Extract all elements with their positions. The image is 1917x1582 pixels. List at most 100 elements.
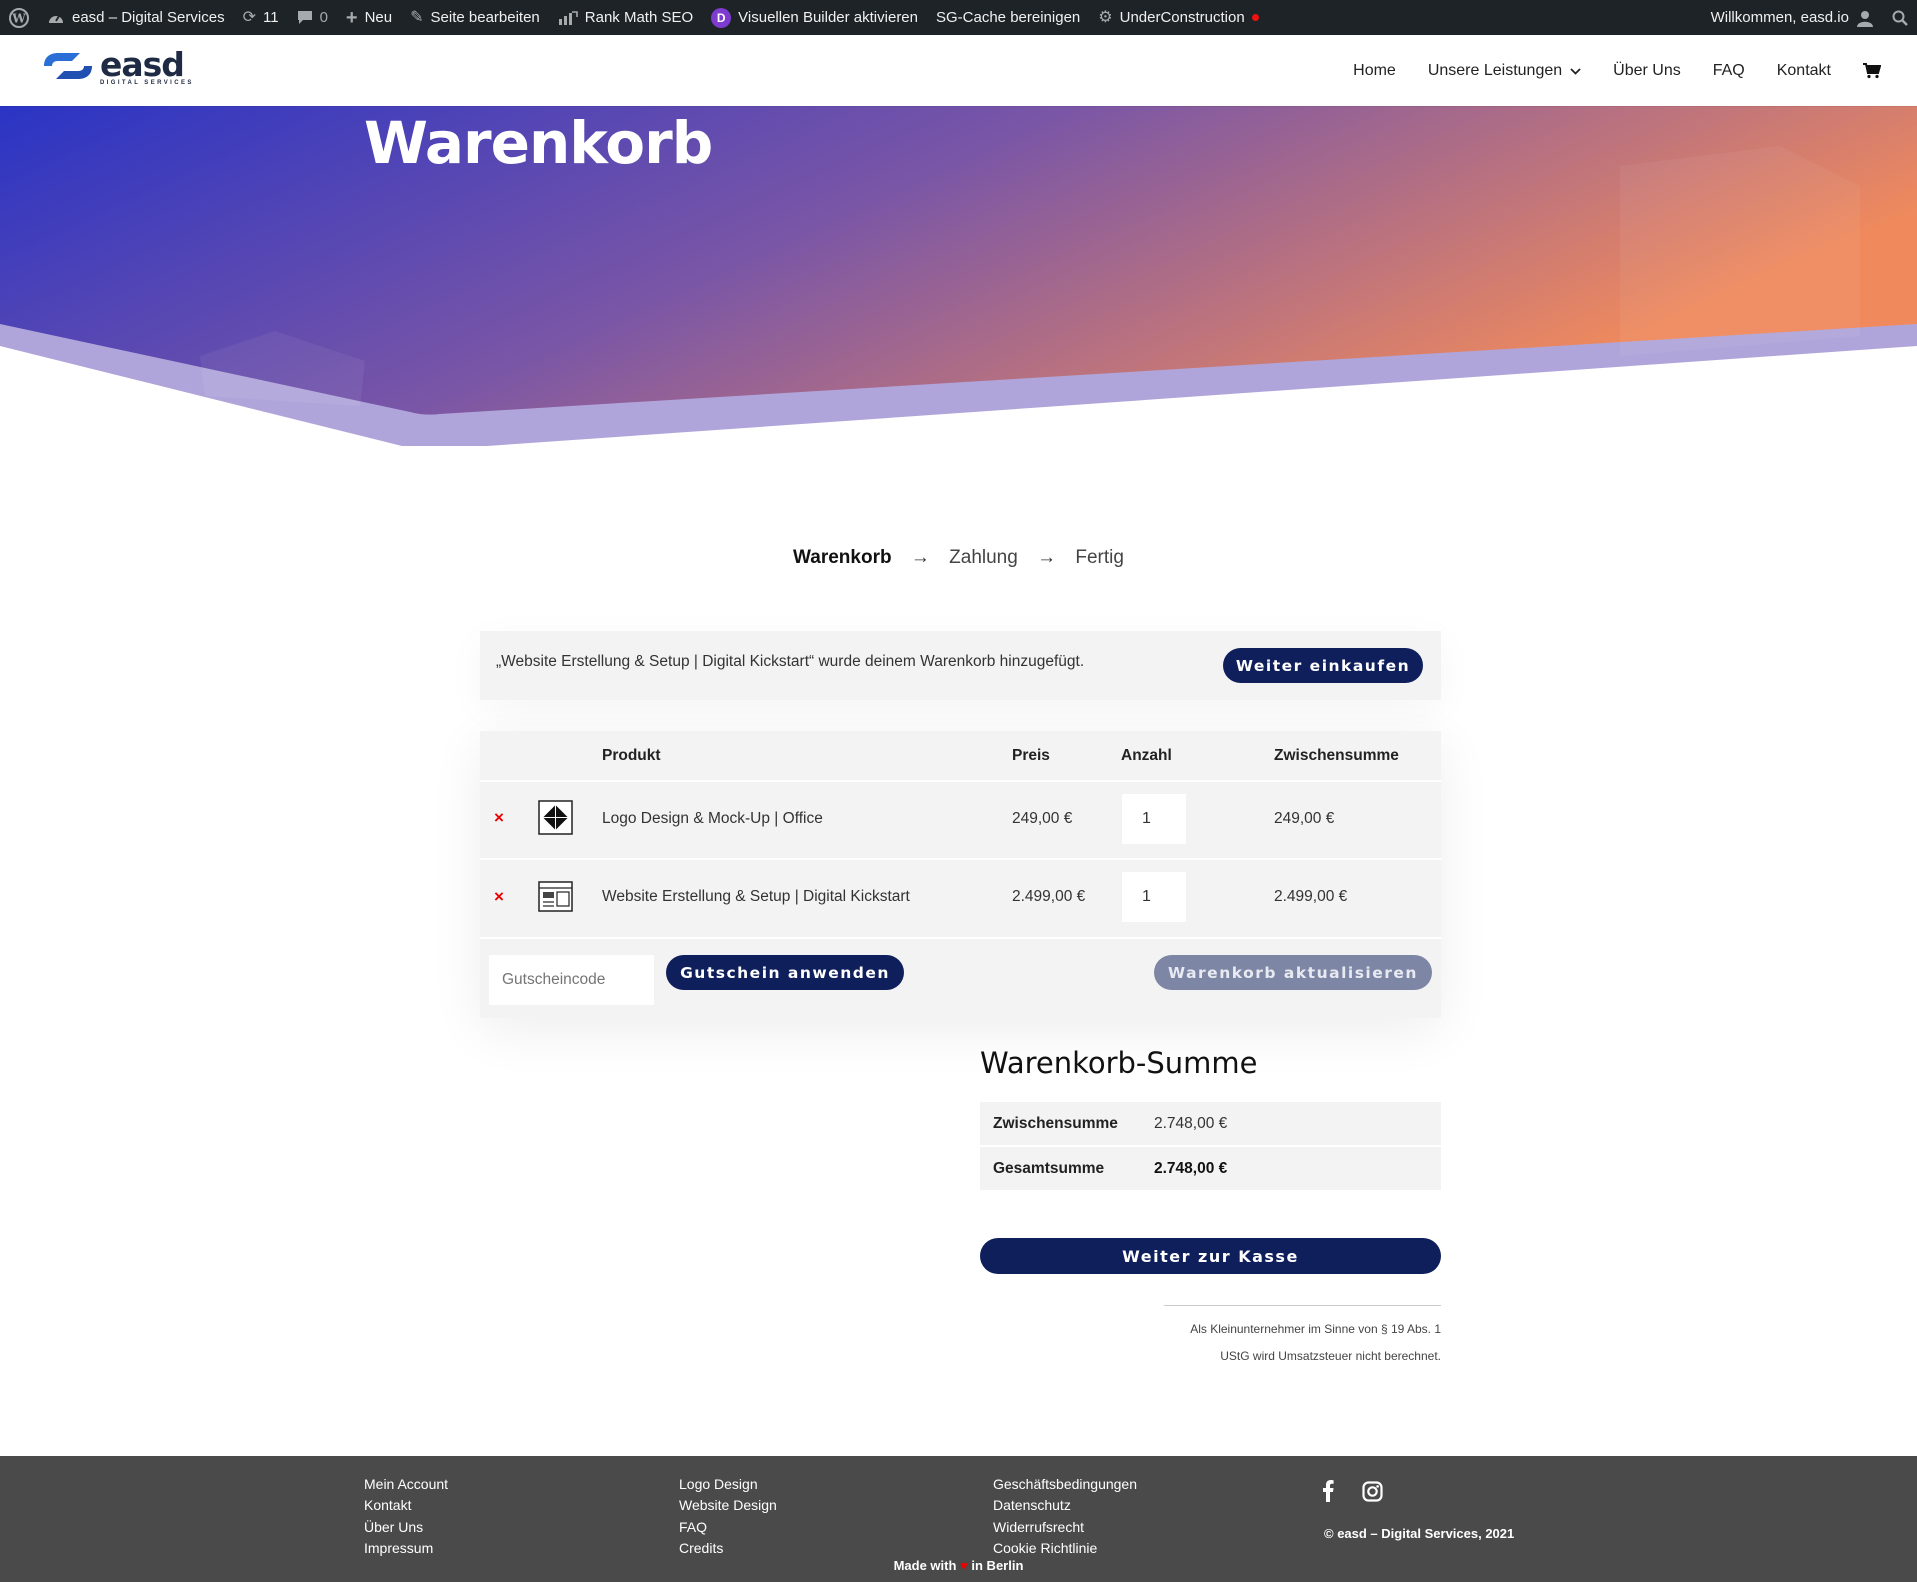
updates-icon: ⟳ <box>242 8 256 26</box>
step-payment: Zahlung <box>949 547 1018 568</box>
footer-link-faq[interactable]: FAQ <box>679 1517 777 1538</box>
coupon-code-input[interactable] <box>489 955 654 1005</box>
svg-text:W: W <box>11 11 26 25</box>
new-label: Neu <box>364 9 393 26</box>
quantity-input[interactable]: 1 <box>1122 794 1186 844</box>
site-logo[interactable]: easd DIGITAL SERVICES <box>42 45 194 86</box>
edit-page-link[interactable]: ✎ Seite bearbeiten <box>401 0 549 35</box>
notice-message: „Website Erstellung & Setup | Digital Ki… <box>496 653 1085 670</box>
copyright-text: © easd – Digital Services, 2021 <box>1324 1526 1515 1541</box>
divi-icon: D <box>711 7 732 28</box>
logo-tagline: DIGITAL SERVICES <box>100 80 194 86</box>
visual-builder-link[interactable]: D Visuellen Builder aktivieren <box>702 0 927 35</box>
sg-cache-link[interactable]: SG-Cache bereinigen <box>927 0 1089 35</box>
instagram-icon[interactable] <box>1362 1480 1383 1507</box>
nav-services[interactable]: Unsere Leistungen <box>1428 62 1581 80</box>
sg-cache-label: SG-Cache bereinigen <box>936 9 1081 26</box>
under-construction-label: UnderConstruction <box>1119 9 1245 26</box>
site-header: easd DIGITAL SERVICES Home Unsere Leistu… <box>0 35 1917 106</box>
product-price: 2.499,00 € <box>1012 888 1086 905</box>
page-title: Warenkorb <box>364 109 713 177</box>
footer-link-withdrawal[interactable]: Widerrufsrecht <box>993 1517 1137 1538</box>
rank-math-label: Rank Math SEO <box>584 9 694 26</box>
table-row: × Logo Design & Mock-Up | Office 249,00 … <box>480 780 1441 860</box>
continue-shopping-button[interactable]: Weiter einkaufen <box>1223 648 1423 683</box>
product-subtotal: 249,00 € <box>1274 810 1335 827</box>
step-arrow-icon: → <box>910 547 930 568</box>
my-account-menu[interactable]: Willkommen, easd.io <box>1702 0 1883 35</box>
social-links <box>1322 1480 1383 1507</box>
wordpress-logo-menu[interactable]: W <box>0 0 38 35</box>
chevron-down-icon <box>1570 62 1581 80</box>
under-construction-link[interactable]: ⚙ UnderConstruction <box>1089 0 1267 35</box>
user-avatar-icon <box>1856 9 1874 27</box>
pencil-icon: ✎ <box>410 8 424 26</box>
logo-wordmark: easd <box>100 45 185 84</box>
total-label: Gesamtsumme <box>993 1160 1105 1177</box>
status-dot <box>1251 14 1259 21</box>
subtotal-value: 2.748,00 € <box>1154 1115 1228 1132</box>
footer-column-legal: Geschäftsbedingungen Datenschutz Widerru… <box>993 1474 1137 1560</box>
update-cart-button[interactable]: Warenkorb aktualisieren <box>1154 955 1432 990</box>
proceed-to-checkout-button[interactable]: Weiter zur Kasse <box>980 1238 1441 1274</box>
remove-item-button[interactable]: × <box>494 808 504 828</box>
header-price: Preis <box>1012 747 1050 764</box>
logo-design-icon[interactable] <box>537 799 574 836</box>
search-icon <box>1892 10 1908 26</box>
edit-page-label: Seite bearbeiten <box>430 9 540 26</box>
footer-column-account: Mein Account Kontakt Über Uns Impressum <box>364 1474 448 1560</box>
step-done: Fertig <box>1075 547 1124 568</box>
hero-banner: Warenkorb <box>0 106 1917 446</box>
new-content-menu[interactable]: + Neu <box>337 0 401 35</box>
footer-link-my-account[interactable]: Mein Account <box>364 1474 448 1495</box>
rank-math-menu[interactable]: Rank Math SEO <box>549 0 702 35</box>
product-name-link[interactable]: Logo Design & Mock-Up | Office <box>602 810 823 828</box>
apply-coupon-button[interactable]: Gutschein anwenden <box>666 955 904 990</box>
total-value: 2.748,00 € <box>1154 1160 1228 1177</box>
nav-faq[interactable]: FAQ <box>1713 62 1745 80</box>
totals-total-row: Gesamtsumme 2.748,00 € <box>980 1147 1441 1192</box>
site-name: easd – Digital Services <box>72 9 225 26</box>
footer-link-website-design[interactable]: Website Design <box>679 1495 777 1516</box>
website-layout-icon[interactable] <box>537 878 574 915</box>
cart-table: Produkt Preis Anzahl Zwischensumme × Log… <box>480 731 1441 1018</box>
updates-menu[interactable]: ⟳ 11 <box>234 0 288 35</box>
cart-icon[interactable] <box>1863 62 1881 79</box>
product-name-link[interactable]: Website Erstellung & Setup | Digital Kic… <box>602 888 910 906</box>
subtotal-label: Zwischensumme <box>993 1115 1118 1132</box>
admin-search-button[interactable] <box>1883 0 1917 35</box>
comments-menu[interactable]: 0 <box>288 0 337 35</box>
footer-link-terms[interactable]: Geschäftsbedingungen <box>993 1474 1137 1495</box>
divider <box>1164 1305 1441 1306</box>
visual-builder-label: Visuellen Builder aktivieren <box>738 9 918 26</box>
facebook-icon[interactable] <box>1322 1480 1334 1507</box>
header-quantity: Anzahl <box>1121 747 1172 764</box>
footer-link-credits[interactable]: Credits <box>679 1538 777 1559</box>
quantity-input[interactable]: 1 <box>1122 872 1186 922</box>
footer-link-contact[interactable]: Kontakt <box>364 1495 448 1516</box>
dashboard-icon <box>47 10 65 26</box>
header-product: Produkt <box>602 747 661 764</box>
footer-link-about[interactable]: Über Uns <box>364 1517 448 1538</box>
cart-notice: „Website Erstellung & Setup | Digital Ki… <box>480 631 1441 700</box>
footer-link-imprint[interactable]: Impressum <box>364 1538 448 1559</box>
footer-link-logo-design[interactable]: Logo Design <box>679 1474 777 1495</box>
made-with-suffix: in Berlin <box>971 1558 1024 1573</box>
logo-text-block: easd DIGITAL SERVICES <box>100 45 194 86</box>
totals-subtotal-row: Zwischensumme 2.748,00 € <box>980 1102 1441 1147</box>
tax-note-line2: UStG wird Umsatzsteuer nicht berechnet. <box>1220 1349 1441 1363</box>
footer-link-cookie-policy[interactable]: Cookie Richtlinie <box>993 1538 1137 1559</box>
gear-icon: ⚙ <box>1098 8 1113 26</box>
nav-about[interactable]: Über Uns <box>1613 62 1681 80</box>
tax-note: Als Kleinunternehmer im Sinne von § 19 A… <box>1150 1316 1441 1370</box>
nav-contact[interactable]: Kontakt <box>1777 62 1831 80</box>
welcome-label: Willkommen, easd.io <box>1710 9 1849 26</box>
rank-math-icon <box>558 10 578 25</box>
step-cart: Warenkorb <box>793 547 892 568</box>
comments-count: 0 <box>319 9 328 26</box>
footer-link-privacy[interactable]: Datenschutz <box>993 1495 1137 1516</box>
made-with-prefix: Made with <box>893 1558 957 1573</box>
remove-item-button[interactable]: × <box>494 887 504 907</box>
site-name-menu[interactable]: easd – Digital Services <box>38 0 234 35</box>
nav-home[interactable]: Home <box>1353 62 1396 80</box>
